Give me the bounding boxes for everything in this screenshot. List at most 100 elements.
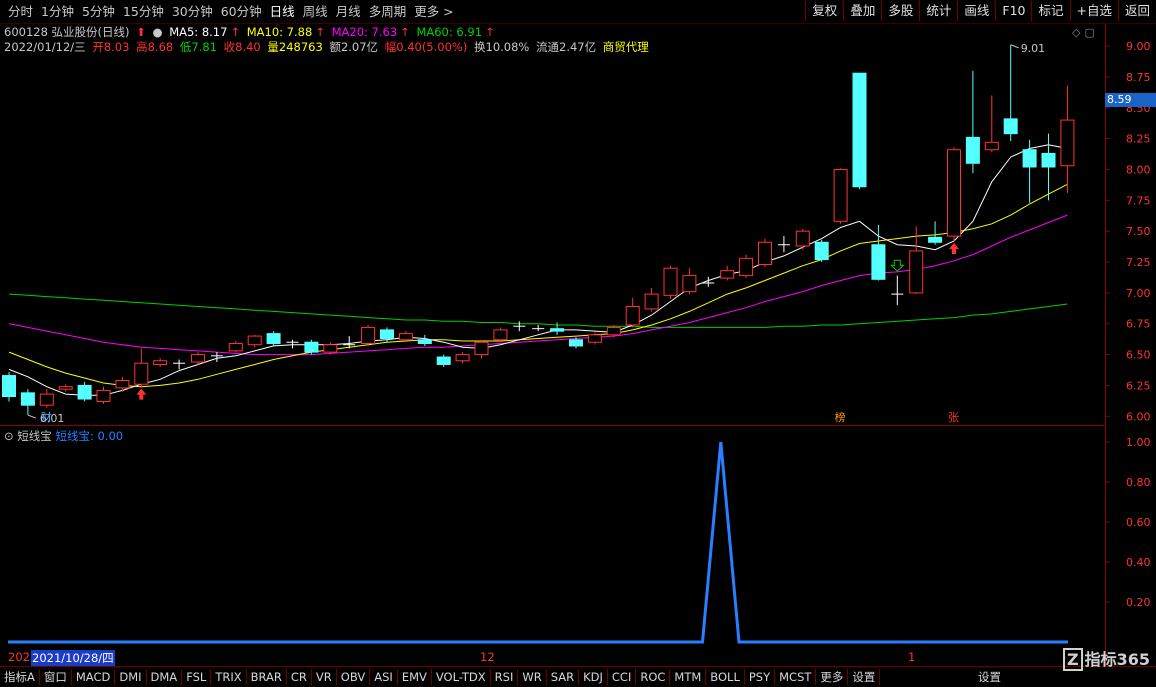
tool-button-6[interactable]: 标记	[1031, 1, 1069, 21]
period-tab-10[interactable]: 更多 >	[410, 3, 457, 20]
candle-body-2	[39, 393, 54, 406]
indicator-tab-11[interactable]: ASI	[370, 669, 398, 685]
indicator-tab-14[interactable]: RSI	[491, 669, 519, 685]
tool-button-8[interactable]: 返回	[1117, 1, 1156, 21]
period-tab-0[interactable]: 分时	[4, 3, 37, 20]
indicator-tab-16[interactable]: SAR	[547, 669, 580, 685]
ind-tick-label-4: 0.20	[1126, 596, 1151, 609]
indicator-tab-22[interactable]: PSY	[745, 669, 776, 685]
indicator-tab-15[interactable]: WR	[518, 669, 547, 685]
indicator-tab-5[interactable]: FSL	[182, 669, 212, 685]
tool-buttons: 复权 叠加 多股 统计 画线 F10 标记 +自选 返回	[805, 1, 1156, 21]
candle-body-53	[1003, 118, 1018, 135]
candle-body-13	[247, 335, 262, 346]
period-selector: 分时 1分钟 5分钟 15分钟 30分钟 60分钟 日线 周线 月线 多周期 更多 >	[4, 3, 458, 20]
buy-arrow-icon-0	[136, 388, 147, 400]
y-tick-label-7: 7.25	[1126, 256, 1151, 269]
y-tick-label-3: 8.25	[1126, 133, 1151, 146]
candle-body-49	[928, 236, 943, 243]
ma60-line	[8, 293, 1068, 328]
candle-body-55	[1041, 152, 1056, 168]
indicator-tab-24[interactable]: 更多	[816, 669, 849, 685]
period-tab-2[interactable]: 5分钟	[78, 3, 119, 20]
indicator-tab-25[interactable]: 设置	[848, 669, 881, 685]
y-tick-label-1: 8.75	[1126, 71, 1151, 84]
date-tick-1: 1	[908, 650, 916, 664]
brand-logo: Z 指标365	[1062, 646, 1150, 671]
tool-button-7[interactable]: +自选	[1069, 1, 1118, 21]
tool-button-2[interactable]: 多股	[881, 1, 919, 21]
candle-body-20	[380, 329, 394, 340]
settings-button-right[interactable]: 设置	[978, 669, 1001, 685]
indicator-tab-9[interactable]: VR	[312, 669, 337, 685]
indicator-tab-18[interactable]: CCI	[608, 669, 637, 685]
period-tab-3[interactable]: 15分钟	[119, 3, 168, 20]
candle-body-21	[398, 333, 413, 341]
candle-body-51	[965, 136, 980, 164]
candle-body-8	[153, 360, 168, 365]
candle-body-36	[682, 275, 697, 293]
indicator-tab-10[interactable]: OBV	[337, 669, 371, 685]
ind-tick-label-1: 0.80	[1126, 476, 1151, 489]
indicator-tab-8[interactable]: CR	[287, 669, 312, 685]
max-label: 9.01	[1021, 42, 1045, 55]
y-tick-label-4: 8.00	[1126, 163, 1151, 176]
indicator-tab-3[interactable]: DMI	[115, 669, 147, 685]
tool-button-0[interactable]: 复权	[805, 1, 843, 21]
date-tick-12: 12	[480, 650, 495, 664]
period-tab-6[interactable]: 日线	[266, 3, 299, 20]
indicator-tab-17[interactable]: KDJ	[579, 669, 608, 685]
ind-tick-label-2: 0.60	[1126, 516, 1151, 529]
candle-body-19	[361, 326, 376, 344]
indicator-chart[interactable]: 1.00 0.80 0.60 0.40 0.20	[0, 426, 1156, 648]
candle-body-48	[909, 250, 924, 294]
period-tab-4[interactable]: 30分钟	[168, 3, 217, 20]
indicator-tab-0[interactable]: 指标A	[0, 669, 40, 685]
indicator-tab-13[interactable]: VOL-TDX	[432, 669, 491, 685]
indicator-tab-2[interactable]: MACD	[72, 669, 116, 685]
candle-body-29	[550, 328, 565, 332]
indicator-tabs-bar: 指标A 窗口 MACD DMI DMA FSL TRIX BRAR CR VR OBV ASI EMV V…	[0, 666, 1156, 687]
candlestick-chart[interactable]: 9.008.758.508.258.007.757.507.257.006.75…	[0, 25, 1156, 425]
y-tick-label-12: 6.00	[1126, 410, 1151, 423]
indicator-tab-4[interactable]: DMA	[147, 669, 183, 685]
y-tick-label-5: 7.75	[1126, 194, 1151, 207]
indicator-tab-23[interactable]: MCST	[775, 669, 817, 685]
candle-body-1	[20, 392, 35, 406]
candle-body-17	[323, 344, 338, 353]
indicator-tab-21[interactable]: BOLL	[706, 669, 745, 685]
indicator-tab-12[interactable]: EMV	[398, 669, 432, 685]
candle-body-32	[606, 326, 621, 336]
event-marker-0: 财	[41, 410, 52, 424]
candle-body-34	[644, 293, 659, 310]
candle-body-46	[871, 244, 886, 280]
period-tab-8[interactable]: 月线	[332, 3, 365, 20]
y-tick-label-0: 9.00	[1126, 40, 1151, 53]
indicator-tab-7[interactable]: BRAR	[247, 669, 287, 685]
candle-body-24	[455, 354, 470, 362]
max-pointer	[1010, 44, 1019, 49]
candle-body-35	[663, 267, 678, 296]
period-tab-1[interactable]: 1分钟	[37, 3, 78, 20]
tool-button-4[interactable]: 画线	[957, 1, 995, 21]
candle-body-25	[474, 341, 489, 356]
logo-text: 指标365	[1084, 650, 1150, 669]
indicator-tab-19[interactable]: ROC	[636, 669, 671, 685]
logo-mark-icon: Z	[1062, 648, 1083, 671]
indicator-tab-20[interactable]: MTM	[670, 669, 707, 685]
ind-tick-label-0: 1.00	[1126, 436, 1151, 449]
ma20-line	[8, 214, 1068, 356]
period-tab-9[interactable]: 多周期	[365, 3, 411, 20]
tool-button-3[interactable]: 统计	[919, 1, 957, 21]
indicator-tab-1[interactable]: 窗口	[40, 669, 72, 685]
indicator-tab-6[interactable]: TRIX	[211, 669, 247, 685]
candle-body-5	[96, 389, 111, 402]
period-tab-5[interactable]: 60分钟	[217, 3, 266, 20]
y-tick-label-11: 6.25	[1126, 379, 1151, 392]
period-tab-7[interactable]: 周线	[299, 3, 332, 20]
candle-body-4	[77, 384, 92, 400]
candle-body-54	[1022, 149, 1037, 168]
cursor-date: 2021/10/28/四	[31, 650, 115, 666]
tool-button-1[interactable]: 叠加	[843, 1, 881, 21]
tool-button-5[interactable]: F10	[995, 1, 1031, 21]
